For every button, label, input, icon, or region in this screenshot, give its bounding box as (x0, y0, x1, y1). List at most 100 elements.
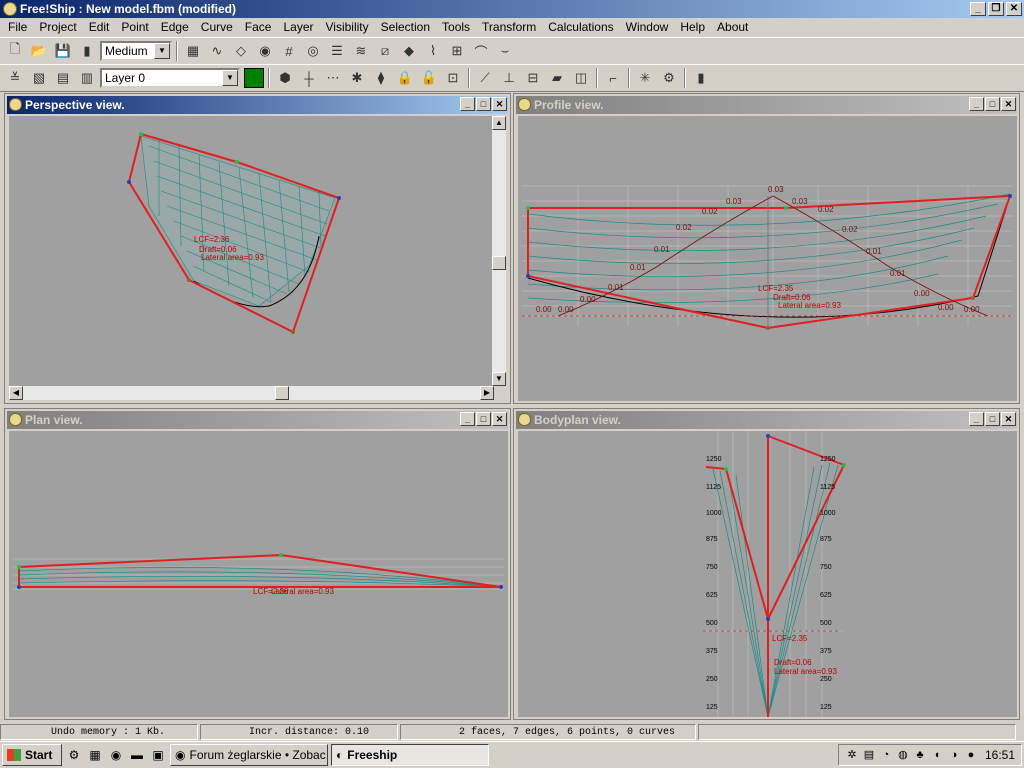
curve-icon[interactable]: ⌣ (494, 40, 516, 62)
menu-edge[interactable]: Edge (155, 18, 195, 37)
control-point[interactable] (766, 617, 770, 621)
menu-visibility[interactable]: Visibility (320, 18, 375, 37)
menu-layer[interactable]: Layer (277, 18, 319, 37)
menu-help[interactable]: Help (674, 18, 711, 37)
hydrostatics-icon[interactable]: ◆ (398, 40, 420, 62)
control-point[interactable] (127, 180, 131, 184)
quicklaunch-icon[interactable]: ▦ (86, 746, 104, 764)
layer-grid-icon[interactable]: ▥ (76, 67, 98, 89)
unlock-all-icon[interactable]: ⊡ (442, 67, 464, 89)
new-file-icon[interactable]: 🗋 (4, 40, 26, 62)
menu-project[interactable]: Project (33, 18, 82, 37)
network-icon[interactable]: ▤ (862, 748, 876, 762)
tray-icon[interactable]: ◍ (896, 748, 910, 762)
lock-points-icon[interactable]: ⧫ (370, 67, 392, 89)
close-button[interactable]: ✕ (1001, 412, 1016, 426)
maximize-button[interactable]: □ (985, 412, 1000, 426)
control-point[interactable] (724, 467, 728, 471)
menu-edit[interactable]: Edit (83, 18, 116, 37)
collapse-point-icon[interactable]: ⋯ (322, 67, 344, 89)
insert-point-icon[interactable]: ┼ (298, 67, 320, 89)
menu-about[interactable]: About (711, 18, 754, 37)
control-point[interactable] (526, 206, 530, 210)
horizontal-scrollbar[interactable]: ◀ ▶ (9, 386, 494, 400)
chevron-down-icon[interactable]: ▼ (154, 43, 170, 59)
close-button[interactable]: ✕ (492, 412, 507, 426)
edge-icon[interactable]: ⟋ (474, 67, 496, 89)
intersect-icon[interactable]: ✱ (346, 67, 368, 89)
menu-point[interactable]: Point (115, 18, 154, 37)
extrude-icon[interactable]: ◫ (570, 67, 592, 89)
minimize-button[interactable]: _ (460, 412, 475, 426)
layers-icon[interactable]: ▧ (28, 67, 50, 89)
exit-icon[interactable]: ▮ (76, 40, 98, 62)
scroll-left-icon[interactable]: ◀ (9, 386, 23, 400)
lock-icon[interactable]: 🔒 (394, 67, 416, 89)
chevron-down-icon[interactable]: ▼ (222, 70, 238, 86)
new-curve-icon[interactable]: ⌐ (602, 67, 624, 89)
stations-icon[interactable]: ◎ (302, 40, 324, 62)
plan-canvas[interactable]: LCF=2.36 Lateral area=0.93 (9, 431, 508, 717)
volume-icon[interactable]: ◖ (930, 748, 944, 762)
layer-select[interactable]: Layer 0 ▼ (100, 68, 240, 88)
precision-select[interactable]: Medium ▼ (100, 41, 172, 61)
open-folder-icon[interactable]: 📂 (28, 40, 50, 62)
minimize-button[interactable]: _ (969, 97, 984, 111)
quicklaunch-icon[interactable]: ⚙ (65, 746, 83, 764)
menu-curve[interactable]: Curve (195, 18, 239, 37)
quicklaunch-icon[interactable]: ▣ (149, 746, 167, 764)
unlock-icon[interactable]: 🔓 (418, 67, 440, 89)
diagonals-icon[interactable]: ⧄ (374, 40, 396, 62)
buttocks-icon[interactable]: ☰ (326, 40, 348, 62)
profile-canvas[interactable]: 0.00 0.00 0.00 0.01 0.01 0.01 0.02 0.02 … (518, 116, 1017, 401)
desktop-icon[interactable]: ▬ (128, 746, 146, 764)
vertical-scrollbar[interactable]: ▲ ▼ (492, 116, 506, 386)
close-button[interactable]: ✕ (492, 97, 507, 111)
control-point[interactable] (235, 160, 239, 164)
tray-icon[interactable]: ◔ (879, 748, 893, 762)
control-point[interactable] (526, 274, 530, 278)
menu-transform[interactable]: Transform (476, 18, 542, 37)
start-button[interactable]: Start (2, 744, 62, 766)
normals-icon[interactable]: ⌒ (470, 40, 492, 62)
layer-properties-icon[interactable]: ▤ (52, 67, 74, 89)
control-point[interactable] (766, 326, 770, 330)
layer-icon[interactable]: ≚ (4, 67, 26, 89)
save-icon[interactable]: 💾 (52, 40, 74, 62)
taskbar-item-forum[interactable]: ◉ Forum żeglarskie • Zobac... (170, 744, 328, 766)
restore-button[interactable]: ❐ (988, 2, 1004, 16)
control-point[interactable] (337, 196, 341, 200)
control-point[interactable] (499, 585, 503, 589)
flowlines-icon[interactable]: ⌇ (422, 40, 444, 62)
collapse-edge-icon[interactable]: ⊟ (522, 67, 544, 89)
minimize-button[interactable]: _ (969, 412, 984, 426)
close-button[interactable]: ✕ (1006, 2, 1022, 16)
control-point[interactable] (971, 296, 975, 300)
settings-icon[interactable]: ⚙ (658, 67, 680, 89)
control-point[interactable] (784, 206, 788, 210)
scroll-thumb[interactable] (275, 386, 289, 400)
curvature-icon[interactable]: ∿ (206, 40, 228, 62)
menu-selection[interactable]: Selection (375, 18, 436, 37)
interior-edges-icon[interactable]: ◇ (230, 40, 252, 62)
control-point[interactable] (842, 463, 846, 467)
firefox-icon[interactable]: ◉ (107, 746, 125, 764)
control-point[interactable] (279, 553, 283, 557)
taskbar-item-freeship[interactable]: ◐ Freeship (331, 744, 489, 766)
face-icon[interactable]: ▰ (546, 67, 568, 89)
split-edge-icon[interactable]: ⊥ (498, 67, 520, 89)
maximize-button[interactable]: □ (476, 97, 491, 111)
close-button[interactable]: ✕ (1001, 97, 1016, 111)
markers-icon[interactable]: ⊞ (446, 40, 468, 62)
scroll-thumb[interactable] (492, 256, 506, 270)
menu-file[interactable]: File (2, 18, 33, 37)
tray-icon[interactable]: ✲ (845, 748, 859, 762)
shade-icon[interactable]: ◉ (254, 40, 276, 62)
waterlines-icon[interactable]: ≋ (350, 40, 372, 62)
control-point[interactable] (17, 585, 21, 589)
menu-window[interactable]: Window (620, 18, 675, 37)
grid-icon[interactable]: # (278, 40, 300, 62)
minimize-button[interactable]: _ (970, 2, 986, 16)
layer-color-swatch[interactable] (244, 68, 264, 88)
control-net-icon[interactable]: ▦ (182, 40, 204, 62)
